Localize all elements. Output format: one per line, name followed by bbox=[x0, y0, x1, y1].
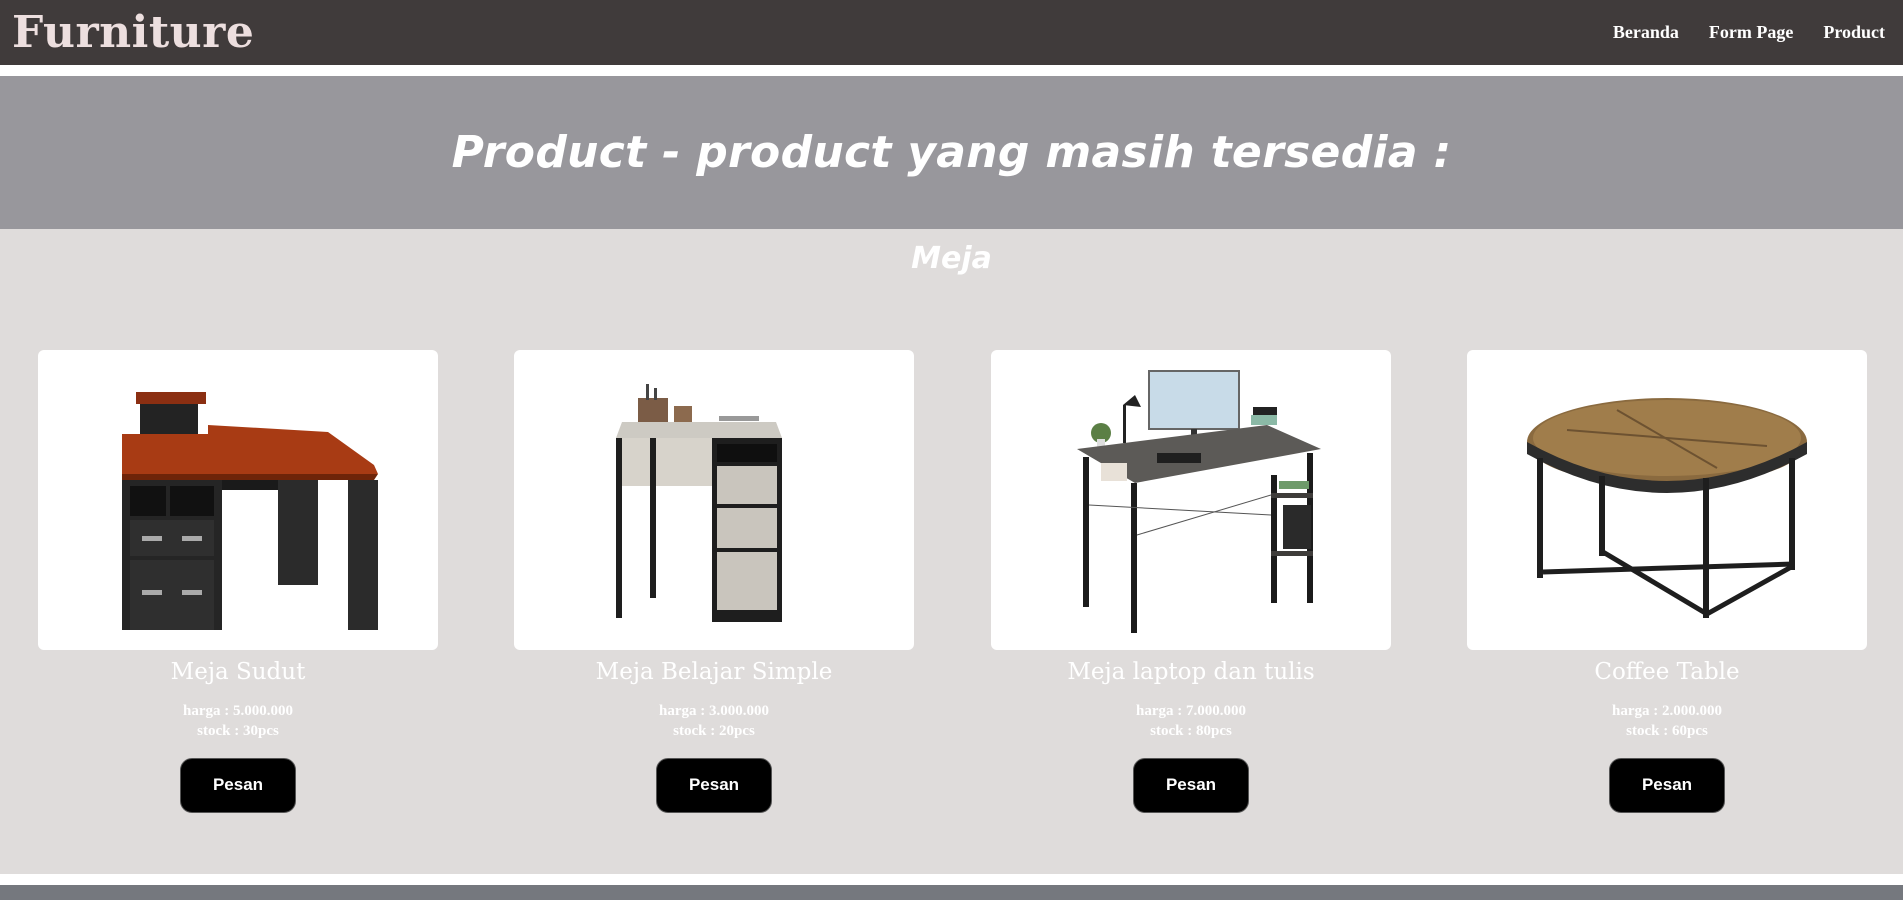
product-card: Coffee Table harga : 2.000.000 stock : 6… bbox=[1467, 350, 1867, 813]
product-stock: stock : 60pcs bbox=[1626, 722, 1708, 739]
product-image-frame bbox=[1467, 350, 1867, 650]
product-card: Meja laptop dan tulis harga : 7.000.000 … bbox=[991, 350, 1391, 813]
product-name: Meja Sudut bbox=[170, 659, 306, 685]
product-stock: stock : 80pcs bbox=[1150, 722, 1232, 739]
product-price: harga : 3.000.000 bbox=[659, 702, 769, 719]
product-details: harga : 7.000.000 stock : 80pcs bbox=[991, 701, 1391, 741]
coffee-table-image bbox=[1527, 398, 1807, 618]
product-image-frame bbox=[514, 350, 914, 650]
product-details: harga : 5.000.000 stock : 30pcs bbox=[38, 701, 438, 741]
product-name: Meja laptop dan tulis bbox=[1067, 659, 1315, 685]
product-image-frame bbox=[38, 350, 438, 650]
product-name: Coffee Table bbox=[1594, 659, 1740, 685]
page-title: Product - product yang masih tersedia : bbox=[451, 127, 1452, 178]
study-desk-image bbox=[616, 384, 782, 622]
product-price: harga : 7.000.000 bbox=[1136, 702, 1246, 719]
category-heading: Meja bbox=[911, 241, 992, 276]
hero-banner: Product - product yang masih tersedia : bbox=[0, 76, 1903, 229]
product-price: harga : 5.000.000 bbox=[183, 702, 293, 719]
brand-logo[interactable]: Furniture bbox=[12, 10, 254, 55]
nav-link-product[interactable]: Product bbox=[1823, 22, 1885, 43]
product-name: Meja Belajar Simple bbox=[595, 659, 833, 685]
footer-bar bbox=[0, 885, 1903, 900]
laptop-desk-image bbox=[1077, 370, 1321, 633]
nav-link-beranda[interactable]: Beranda bbox=[1613, 22, 1679, 43]
product-details: harga : 2.000.000 stock : 60pcs bbox=[1467, 701, 1867, 741]
corner-desk-image bbox=[122, 392, 378, 630]
product-image-frame bbox=[991, 350, 1391, 650]
product-price: harga : 2.000.000 bbox=[1612, 702, 1722, 719]
product-card: Meja Belajar Simple harga : 3.000.000 st… bbox=[514, 350, 914, 813]
order-button[interactable]: Pesan bbox=[656, 757, 772, 813]
order-button[interactable]: Pesan bbox=[180, 757, 296, 813]
top-navbar: Furniture Beranda Form Page Product bbox=[0, 0, 1903, 65]
product-stock: stock : 20pcs bbox=[673, 722, 755, 739]
product-card: Meja Sudut harga : 5.000.000 stock : 30p… bbox=[38, 350, 438, 813]
main-nav: Beranda Form Page Product bbox=[1613, 22, 1885, 43]
product-stock: stock : 30pcs bbox=[197, 722, 279, 739]
nav-link-form-page[interactable]: Form Page bbox=[1709, 22, 1793, 43]
order-button[interactable]: Pesan bbox=[1133, 757, 1249, 813]
product-details: harga : 3.000.000 stock : 20pcs bbox=[514, 701, 914, 741]
order-button[interactable]: Pesan bbox=[1609, 757, 1725, 813]
product-catalog: Meja Meja Sudut harga: 5.000.000 stock … bbox=[0, 229, 1903, 874]
